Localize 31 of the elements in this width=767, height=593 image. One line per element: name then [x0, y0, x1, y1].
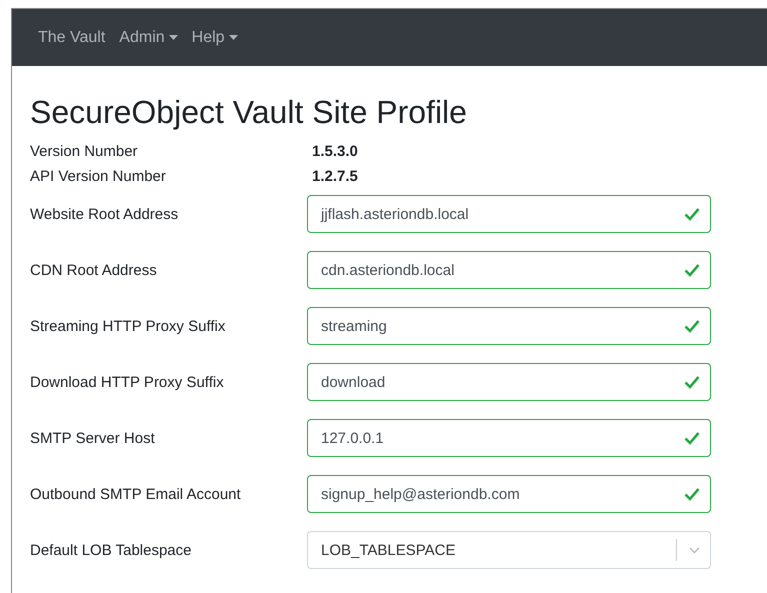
- info-value: 1.2.7.5: [312, 167, 359, 187]
- caret-icon: [168, 35, 178, 40]
- input-field[interactable]: 127.0.0.1: [307, 419, 711, 457]
- info-label: Version Number: [30, 142, 139, 162]
- check-icon: [684, 431, 700, 445]
- field-label: Website Root Address: [30, 206, 180, 222]
- menu-dropdown[interactable]: Help: [192, 28, 238, 46]
- input-field[interactable]: cdn.asteriondb.local: [307, 251, 711, 289]
- field-label: Download HTTP Proxy Suffix: [30, 374, 225, 390]
- menu-dropdown[interactable]: Admin: [119, 28, 178, 46]
- chevron-down-icon: [689, 546, 700, 554]
- check-icon: [684, 207, 700, 221]
- page-title: SecureObject Vault Site Profile: [30, 94, 468, 131]
- select-field[interactable]: LOB_TABLESPACE: [307, 531, 711, 569]
- input-field[interactable]: jjflash.asteriondb.local: [307, 195, 711, 233]
- field-label: Outbound SMTP Email Account: [30, 486, 242, 502]
- field-label: Default LOB Tablespace: [30, 542, 192, 558]
- check-icon: [684, 375, 700, 389]
- input-field[interactable]: download: [307, 363, 711, 401]
- info-label: API Version Number: [30, 167, 167, 187]
- check-icon: [684, 487, 700, 501]
- input-field[interactable]: streaming: [307, 307, 711, 345]
- field-label: CDN Root Address: [30, 262, 158, 278]
- brand-link[interactable]: The Vault: [38, 28, 106, 46]
- info-value: 1.5.3.0: [312, 142, 359, 162]
- check-icon: [684, 319, 700, 333]
- input-field[interactable]: signup_help@asteriondb.com: [307, 475, 711, 513]
- caret-icon: [228, 35, 238, 40]
- field-label: SMTP Server Host: [30, 430, 156, 446]
- field-label: Streaming HTTP Proxy Suffix: [30, 318, 226, 334]
- check-icon: [684, 263, 700, 277]
